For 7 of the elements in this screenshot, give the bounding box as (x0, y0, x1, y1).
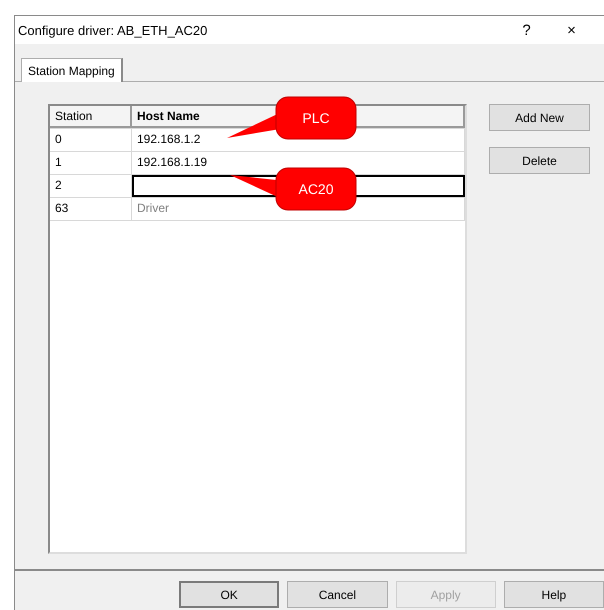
callout-label: AC20 (298, 181, 334, 197)
table-cell: 2 (50, 175, 132, 197)
table-cell: 1 (50, 152, 132, 174)
table-cell: 63 (50, 198, 132, 220)
window-title: Configure driver: AB_ETH_AC20 (18, 22, 208, 38)
table-cell: 0 (50, 129, 132, 151)
callout-label: PLC (302, 110, 330, 126)
